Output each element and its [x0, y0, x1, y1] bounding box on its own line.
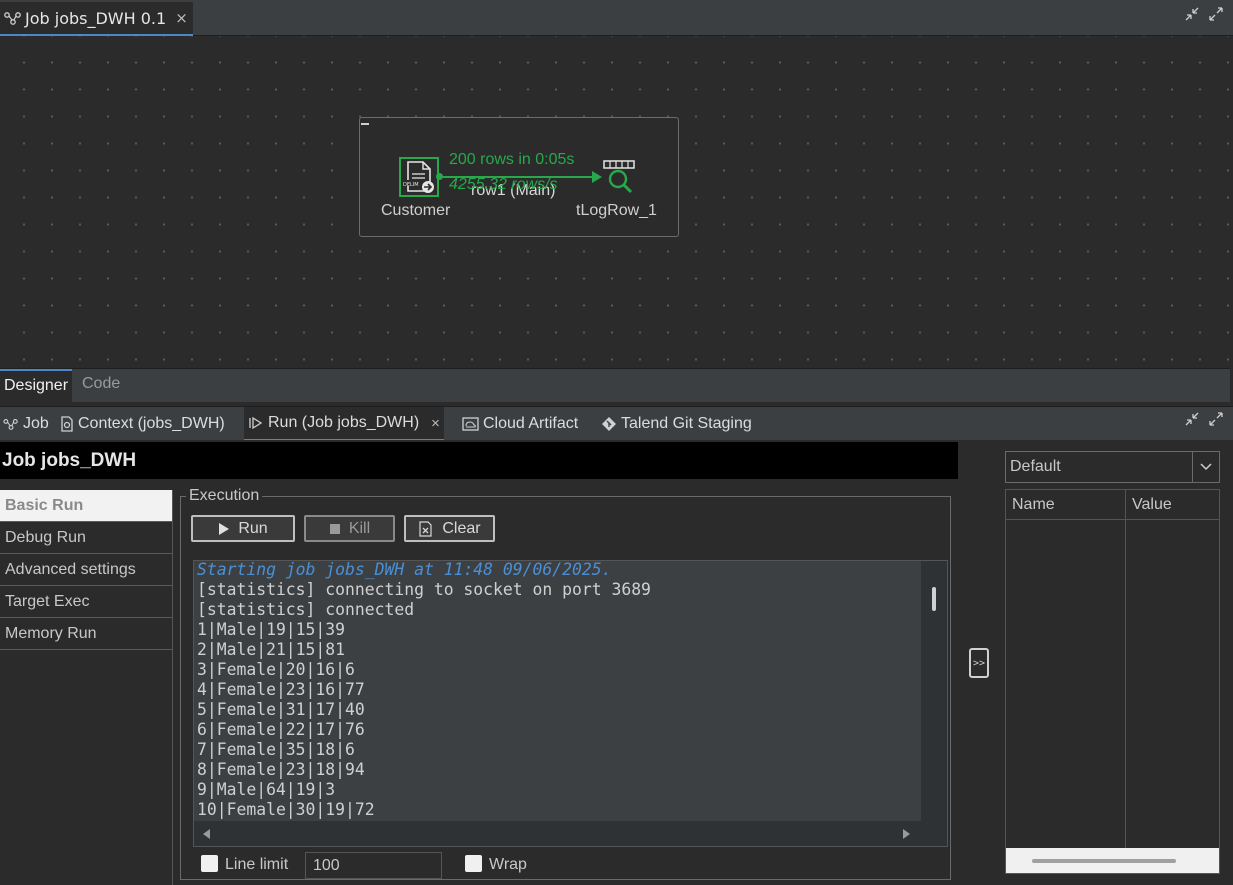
console-vertical-scroll-thumb[interactable]: [932, 587, 936, 611]
clear-button[interactable]: Clear: [404, 515, 495, 542]
play-icon: [219, 522, 230, 535]
customer-label: Customer: [381, 202, 451, 219]
editor-tab-close-icon[interactable]: ×: [175, 9, 188, 27]
file-delimited-icon: [404, 161, 434, 193]
run-mode-nav: Basic Run Debug Run Advanced settings Ta…: [0, 490, 173, 885]
line-limit-checkbox[interactable]: [201, 855, 218, 872]
context-horizontal-scroll-thumb[interactable]: [1032, 859, 1176, 863]
logrow-label: tLogRow_1: [576, 202, 657, 219]
tab-code[interactable]: Code: [82, 375, 120, 393]
clear-icon: [419, 520, 432, 537]
context-select-value: Default: [1010, 458, 1061, 475]
designer-code-tabs: Designer Code: [0, 368, 1230, 402]
stop-icon: [329, 523, 340, 534]
bottom-tab-bar: Job Context (jobs_DWH) Run (Job jobs_DWH…: [0, 406, 1233, 441]
cloud-artifact-icon: [462, 417, 479, 431]
console-line: 4|Female|23|16|77: [197, 680, 365, 699]
logrow-component[interactable]: [600, 158, 638, 196]
console-line: 10|Female|30|19|72: [197, 800, 375, 819]
nav-basic-run[interactable]: Basic Run: [0, 490, 172, 522]
tab-run-close-icon[interactable]: ×: [431, 415, 440, 432]
nav-debug-run[interactable]: Debug Run: [0, 522, 172, 554]
flow-stat-rows: 200 rows in 0:05s: [449, 151, 575, 168]
console-text[interactable]: Starting job jobs_DWH at 11:48 09/06/202…: [197, 560, 919, 820]
console-line: 9|Male|64|19|3: [197, 780, 336, 799]
scroll-right-icon[interactable]: [903, 829, 910, 839]
execution-legend: Execution: [186, 487, 263, 505]
tab-cloud-artifact-label: Cloud Artifact: [483, 415, 579, 432]
console-line: [statistics] connected: [197, 600, 415, 619]
console-start-line: Starting job jobs_DWH at 11:48 09/06/202…: [197, 560, 612, 579]
nav-advanced-settings[interactable]: Advanced settings: [0, 554, 172, 586]
wrap-label: Wrap: [489, 856, 527, 873]
console-line: 8|Female|23|18|94: [197, 760, 365, 779]
run-button[interactable]: Run: [191, 515, 295, 542]
editor-tab-job[interactable]: Job jobs_DWH 0.1 ×: [0, 2, 193, 36]
context-toggle-button[interactable]: >>: [969, 648, 989, 678]
tab-cloud-artifact[interactable]: Cloud Artifact: [462, 407, 578, 441]
context-column-name[interactable]: Name: [1006, 490, 1125, 520]
scroll-left-icon[interactable]: [203, 829, 210, 839]
kill-button-label: Kill: [348, 519, 371, 537]
console-line: 7|Female|35|18|6: [197, 740, 355, 759]
tab-context[interactable]: Context (jobs_DWH): [60, 407, 225, 441]
context-icon: [61, 416, 73, 432]
tab-designer[interactable]: Designer: [0, 369, 73, 402]
log-row-icon: [603, 160, 635, 194]
maximize-icon[interactable]: [1208, 6, 1224, 22]
minimize-icon[interactable]: [1184, 6, 1200, 22]
component-badge: DELIM: [403, 182, 419, 188]
minimize-icon[interactable]: [1184, 411, 1200, 427]
console-line: 2|Male|21|15|81: [197, 640, 346, 659]
context-table: [1005, 489, 1220, 874]
nav-target-exec[interactable]: Target Exec: [0, 586, 172, 618]
console-line: 3|Female|20|16|6: [197, 660, 355, 679]
line-limit-label: Line limit: [225, 856, 289, 873]
editor-tab-title: Job jobs_DWH 0.1: [25, 8, 167, 28]
customer-component[interactable]: DELIM: [399, 157, 439, 197]
job-icon: [3, 418, 18, 430]
console-line: 6|Female|22|17|76: [197, 720, 365, 739]
line-limit-input[interactable]: [305, 852, 442, 879]
editor-window-controls: [1184, 6, 1224, 22]
git-icon: [602, 417, 616, 431]
nav-memory-run[interactable]: Memory Run: [0, 618, 172, 650]
tab-context-label: Context (jobs_DWH): [78, 415, 225, 432]
panel-window-controls: [1184, 411, 1224, 427]
clear-button-label: Clear: [442, 519, 481, 537]
tab-job[interactable]: Job: [3, 407, 49, 441]
tab-git-staging-label: Talend Git Staging: [621, 415, 752, 432]
context-select[interactable]: Default: [1005, 451, 1220, 483]
run-button-label: Run: [238, 519, 268, 537]
context-column-value[interactable]: Value: [1126, 490, 1219, 520]
run-tab-icon: [249, 416, 263, 430]
wrap-checkbox[interactable]: [465, 855, 482, 872]
flow-stat-rate: 4255.32 rows/s: [449, 176, 558, 193]
console-horizontal-scrollbar[interactable]: [194, 821, 947, 846]
tab-run-label: Run (Job jobs_DWH): [268, 414, 420, 431]
job-icon: [4, 12, 21, 25]
run-panel-title: Job jobs_DWH: [0, 442, 958, 479]
kill-button[interactable]: Kill: [304, 515, 395, 542]
tab-job-label: Job: [23, 415, 49, 432]
console-line: 1|Male|19|15|39: [197, 620, 346, 639]
subjob-collapse-handle[interactable]: [361, 123, 369, 125]
tab-git-staging[interactable]: Talend Git Staging: [601, 407, 752, 441]
context-column-divider: [1125, 490, 1126, 848]
chevron-down-icon[interactable]: [1192, 452, 1219, 482]
console-line: 5|Female|31|17|40: [197, 700, 365, 719]
console-line: [statistics] connecting to socket on por…: [197, 580, 651, 599]
maximize-icon[interactable]: [1208, 411, 1224, 427]
tab-run[interactable]: Run (Job jobs_DWH) ×: [244, 407, 444, 441]
